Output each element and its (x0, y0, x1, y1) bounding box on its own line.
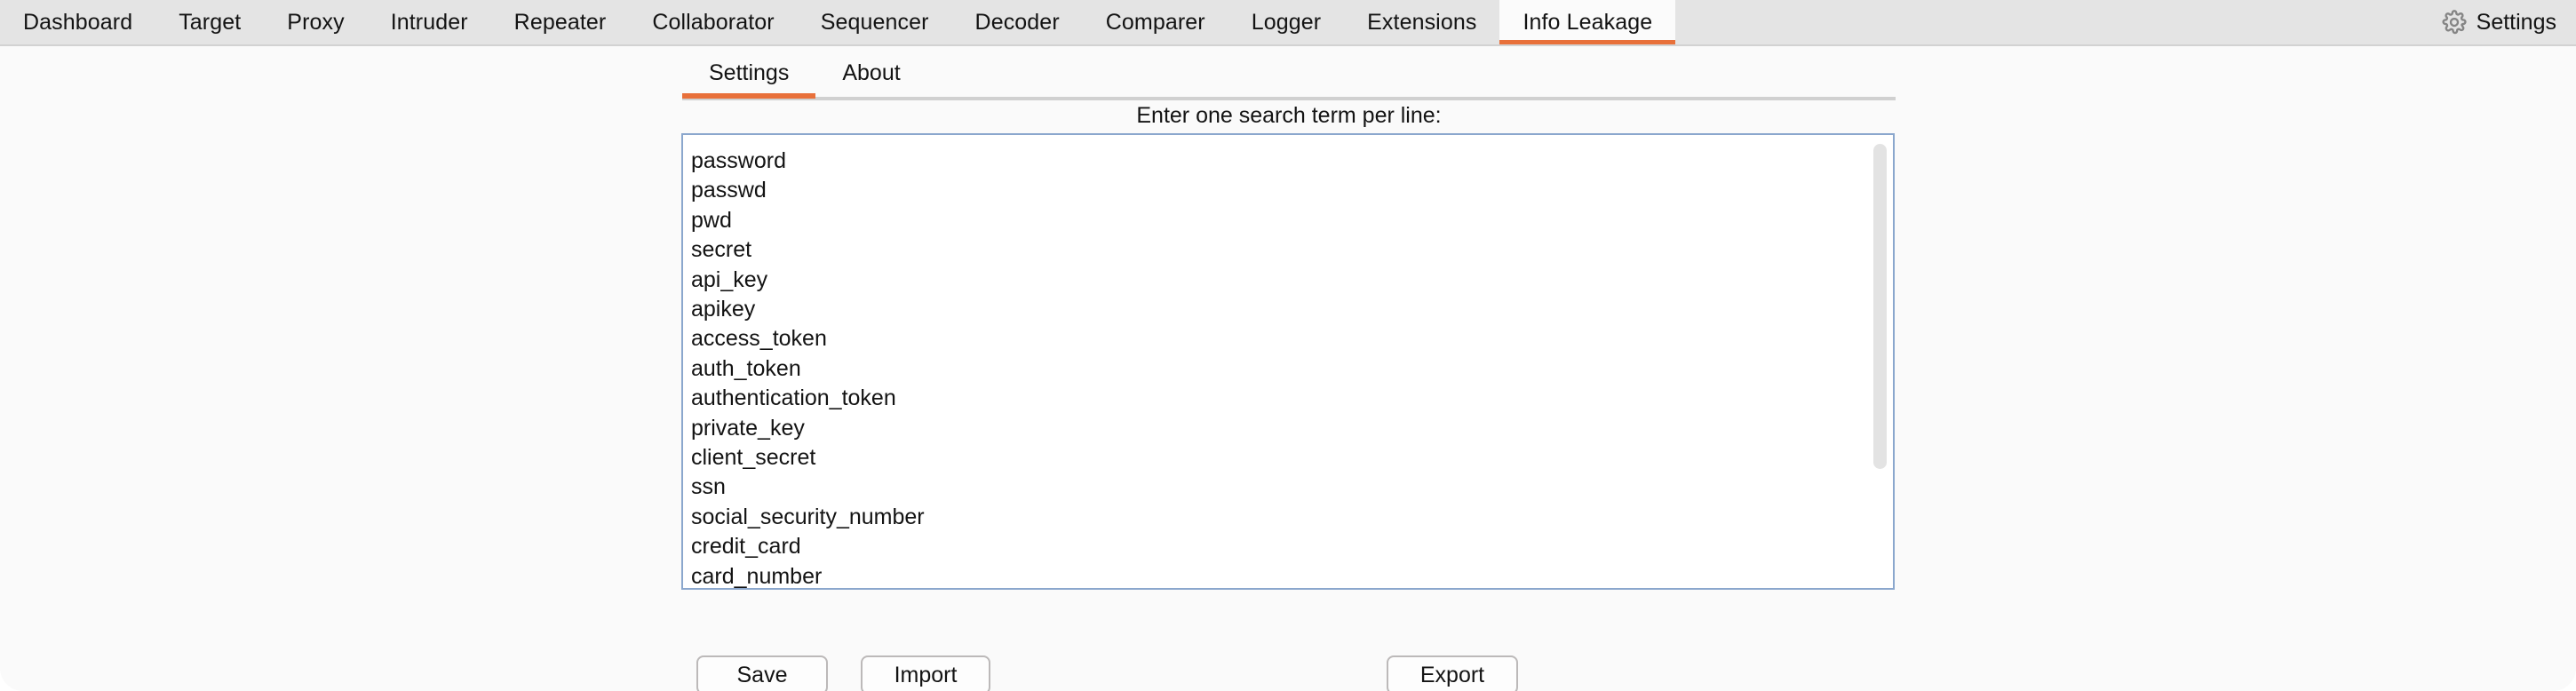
tab-intruder[interactable]: Intruder (368, 0, 491, 44)
sub-tab-settings-label: Settings (709, 60, 790, 85)
search-terms-text: password passwd pwd secret api_key apike… (691, 148, 925, 588)
application-window: Dashboard Target Proxy Intruder Repeater… (0, 0, 2576, 691)
search-terms-scrollbar[interactable] (1868, 135, 1891, 588)
export-button-label: Export (1419, 662, 1485, 687)
settings-button-label: Settings (2476, 9, 2556, 35)
tab-comparer[interactable]: Comparer (1083, 0, 1228, 44)
search-terms-scrollbar-thumb[interactable] (1873, 144, 1887, 469)
save-button[interactable]: Save (696, 655, 828, 691)
save-button-label: Save (736, 662, 788, 687)
tab-sequencer[interactable]: Sequencer (798, 0, 952, 44)
tab-comparer-label: Comparer (1105, 9, 1205, 35)
tab-sequencer-label: Sequencer (820, 9, 929, 35)
tab-target[interactable]: Target (155, 0, 264, 44)
export-button[interactable]: Export (1387, 655, 1518, 691)
instruction-label: Enter one search term per line: (1136, 103, 1442, 128)
gear-icon (2441, 9, 2468, 36)
main-tab-bar: Dashboard Target Proxy Intruder Repeater… (0, 0, 2576, 46)
tab-decoder[interactable]: Decoder (952, 0, 1083, 44)
sub-tab-list: Settings About (682, 55, 927, 99)
tab-proxy-label: Proxy (287, 9, 345, 35)
tab-intruder-label: Intruder (390, 9, 468, 35)
settings-button[interactable]: Settings (2432, 0, 2576, 44)
tab-dashboard[interactable]: Dashboard (0, 0, 155, 44)
tab-logger-label: Logger (1251, 9, 1322, 35)
search-terms-textarea[interactable]: password passwd pwd secret api_key apike… (681, 133, 1895, 590)
sub-tab-about-label: About (842, 60, 901, 85)
tab-logger[interactable]: Logger (1228, 0, 1344, 44)
tab-proxy[interactable]: Proxy (264, 0, 367, 44)
tab-info-leakage-label: Info Leakage (1523, 9, 1653, 35)
info-leakage-panel: Settings About Enter one search term per… (0, 48, 2576, 691)
tab-extensions-label: Extensions (1367, 9, 1477, 35)
sub-tab-settings[interactable]: Settings (682, 55, 816, 99)
tab-extensions[interactable]: Extensions (1344, 0, 1499, 44)
tab-info-leakage[interactable]: Info Leakage (1499, 0, 1676, 44)
tab-collaborator[interactable]: Collaborator (629, 0, 797, 44)
tab-bar-spacer (1675, 0, 2431, 44)
tab-target-label: Target (179, 9, 242, 35)
sub-tab-bar: Settings About (682, 55, 1896, 102)
tab-repeater-label: Repeater (513, 9, 607, 35)
tab-dashboard-label: Dashboard (23, 9, 133, 35)
import-button[interactable]: Import (861, 655, 990, 691)
tab-repeater[interactable]: Repeater (491, 0, 630, 44)
import-button-label: Import (894, 662, 958, 687)
tab-decoder-label: Decoder (974, 9, 1060, 35)
tab-collaborator-label: Collaborator (652, 9, 775, 35)
sub-tab-about[interactable]: About (815, 55, 926, 99)
